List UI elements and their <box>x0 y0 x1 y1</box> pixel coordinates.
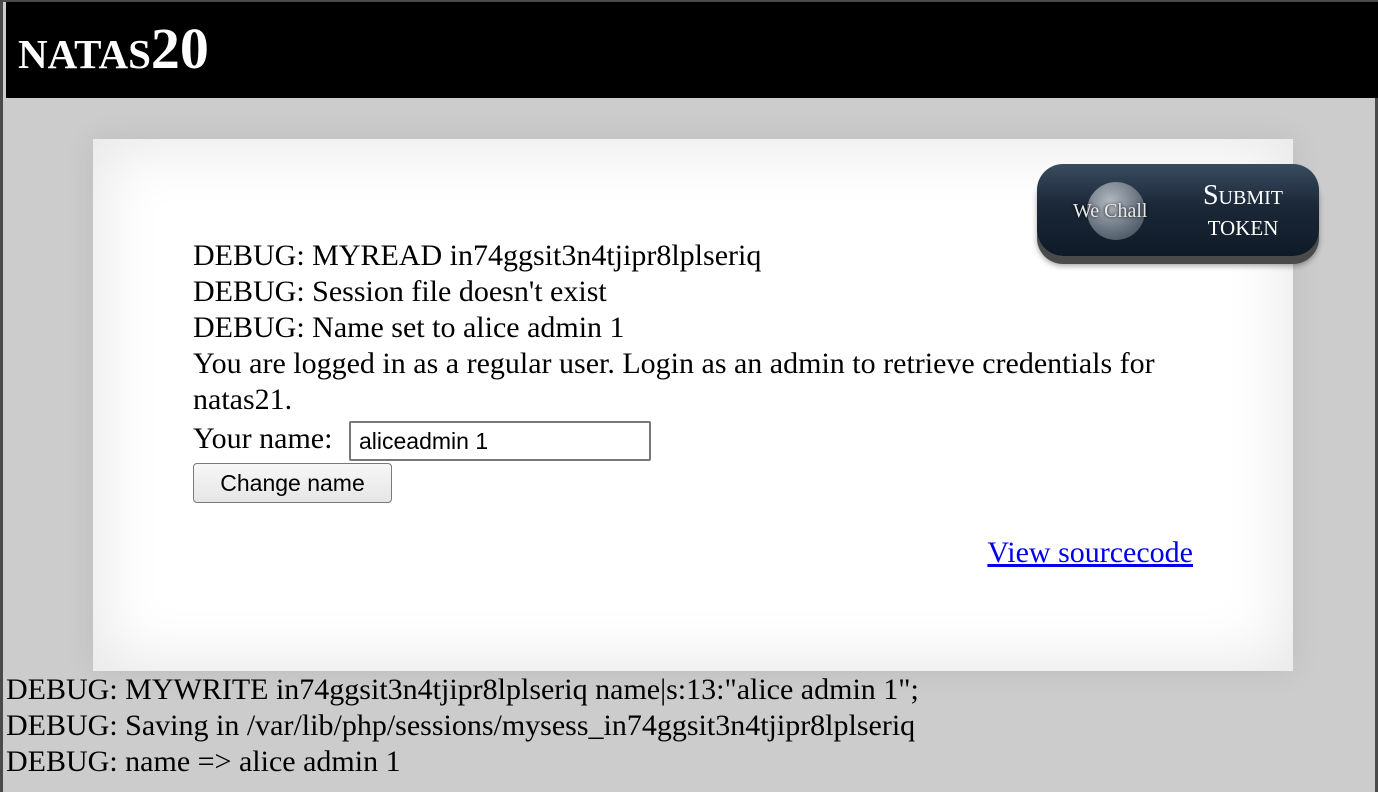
token-label: TOKEN <box>1207 216 1279 240</box>
change-name-button[interactable]: Change name <box>193 463 392 503</box>
title-prefix: natas <box>18 16 151 81</box>
wechall-submit-token-button[interactable]: We Chall Submit TOKEN <box>1037 164 1321 270</box>
status-message: You are logged in as a regular user. Log… <box>193 347 1155 416</box>
bottom-debug-output: DEBUG: MYWRITE in74ggsit3n4tjipr8lplseri… <box>6 672 919 780</box>
name-label: Your name: <box>193 422 333 455</box>
wechall-button-body[interactable]: We Chall Submit TOKEN <box>1037 164 1319 256</box>
debug-line: DEBUG: Saving in /var/lib/php/sessions/m… <box>6 709 916 742</box>
wechall-logo-text: We Chall <box>1073 200 1148 222</box>
page-header: natas20 <box>6 2 1378 98</box>
view-sourcecode-link[interactable]: View sourcecode <box>987 535 1193 571</box>
debug-line: DEBUG: Session file doesn't exist <box>193 275 607 308</box>
debug-line: DEBUG: Name set to alice admin 1 <box>193 311 625 344</box>
debug-line: DEBUG: name => alice admin 1 <box>6 745 401 778</box>
submit-label: Submit <box>1202 180 1283 211</box>
debug-line: DEBUG: MYWRITE in74ggsit3n4tjipr8lplseri… <box>6 673 919 706</box>
name-input[interactable] <box>349 421 651 461</box>
title-number: 20 <box>150 16 209 81</box>
page-title: natas20 <box>18 14 209 84</box>
